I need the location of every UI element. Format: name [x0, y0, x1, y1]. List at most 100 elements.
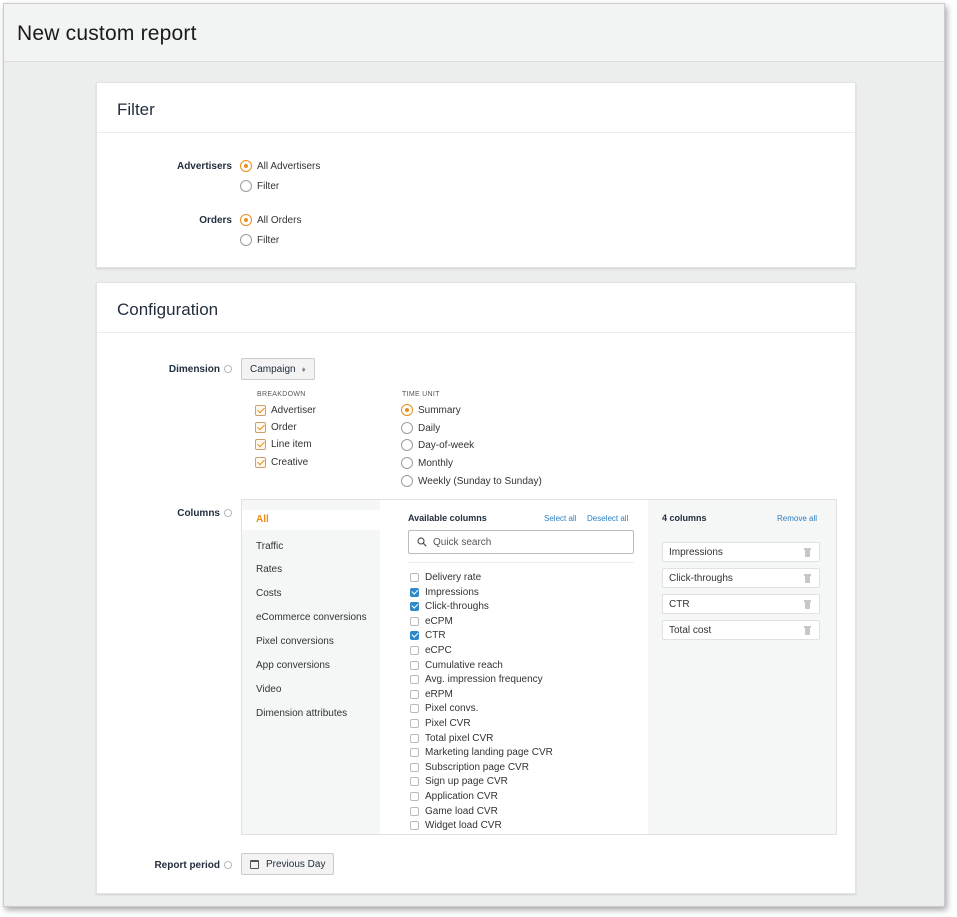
available-column-item[interactable]: Total pixel CVR	[410, 733, 493, 744]
selected-column-chip[interactable]: Click-throughs	[662, 568, 820, 588]
option-label: Filter	[257, 180, 280, 192]
selected-column-chip[interactable]: Total cost	[662, 620, 820, 640]
checkbox-icon	[410, 660, 419, 670]
available-column-item[interactable]: Widget load CVR	[410, 820, 502, 831]
checkbox-icon	[410, 821, 419, 831]
checkbox-label: Advertiser	[271, 405, 317, 416]
option-label: Day-of-week	[418, 439, 475, 451]
radio-selected-icon	[401, 404, 413, 416]
select-all-link[interactable]: Select all	[544, 514, 576, 523]
available-column-name: Impressions	[425, 586, 479, 598]
time-unit-title: TIME UNIT	[402, 391, 440, 398]
checkbox-checked-icon	[410, 602, 419, 612]
radio-icon	[401, 439, 413, 451]
available-column-item[interactable]: Subscription page CVR	[410, 762, 529, 773]
info-icon[interactable]	[224, 365, 232, 373]
available-column-name: Sign up page CVR	[425, 776, 508, 788]
breakdown-title: BREAKDOWN	[257, 391, 306, 398]
breakdown-order[interactable]: Order	[255, 422, 297, 433]
available-column-item[interactable]: Cumulative reach	[410, 660, 503, 671]
trash-icon[interactable]	[804, 574, 811, 583]
column-category-list: All Traffic Rates Costs eCommerce conver…	[242, 500, 380, 834]
available-column-item[interactable]: Marketing landing page CVR	[410, 747, 553, 758]
selected-column-name: Impressions	[669, 546, 723, 558]
checkbox-icon	[410, 777, 419, 787]
orders-filter-option[interactable]: Filter	[240, 234, 279, 246]
time-unit-daily[interactable]: Daily	[401, 422, 440, 434]
available-column-name: eCPM	[425, 615, 453, 627]
checkbox-icon	[410, 675, 419, 685]
search-icon	[417, 537, 427, 547]
checkbox-icon	[410, 704, 419, 714]
category-costs[interactable]: Costs	[256, 588, 282, 599]
search-placeholder: Quick search	[433, 536, 492, 548]
category-ecommerce-conversions[interactable]: eCommerce conversions	[256, 612, 367, 623]
orders-label: Orders	[199, 215, 232, 226]
available-column-item[interactable]: Avg. impression frequency	[410, 674, 543, 685]
orders-all-option[interactable]: All Orders	[240, 214, 301, 226]
page-title: New custom report	[17, 22, 197, 45]
remove-all-link[interactable]: Remove all	[777, 514, 817, 523]
checkbox-icon	[410, 689, 419, 699]
category-video[interactable]: Video	[256, 684, 281, 695]
available-column-name: Avg. impression frequency	[425, 674, 543, 686]
selected-column-name: Total cost	[669, 624, 712, 636]
available-column-item[interactable]: Pixel CVR	[410, 718, 471, 729]
trash-icon[interactable]	[804, 626, 811, 635]
breakdown-line-item[interactable]: Line item	[255, 439, 312, 450]
category-app-conversions[interactable]: App conversions	[256, 660, 330, 671]
option-label: Monthly	[418, 457, 454, 469]
available-column-item[interactable]: Sign up page CVR	[410, 776, 508, 787]
available-column-name: eRPM	[425, 688, 453, 700]
dimension-label-text: Dimension	[168, 364, 220, 375]
advertisers-all-option[interactable]: All Advertisers	[240, 160, 320, 172]
available-column-name: Marketing landing page CVR	[425, 747, 553, 759]
available-column-item[interactable]: eCPM	[410, 616, 453, 627]
info-icon[interactable]	[224, 509, 232, 517]
category-dimension-attributes[interactable]: Dimension attributes	[256, 708, 347, 719]
checkbox-label: Creative	[271, 457, 309, 468]
available-column-item[interactable]: eCPC	[410, 645, 452, 656]
checkbox-checked-icon	[255, 439, 266, 450]
selected-column-chip[interactable]: CTR	[662, 594, 820, 614]
checkbox-icon	[410, 719, 419, 728]
category-pixel-conversions[interactable]: Pixel conversions	[256, 636, 334, 647]
trash-icon[interactable]	[804, 600, 811, 609]
report-period-button[interactable]: Previous Day	[241, 853, 335, 875]
calendar-icon	[250, 859, 259, 869]
time-unit-day-of-week[interactable]: Day-of-week	[401, 439, 474, 451]
configuration-header: Configuration	[97, 283, 855, 333]
checkbox-icon	[410, 792, 419, 801]
dimension-dropdown[interactable]: Campaign ♦	[241, 358, 315, 380]
time-unit-summary[interactable]: Summary	[401, 404, 461, 416]
trash-icon[interactable]	[804, 548, 811, 557]
available-column-item[interactable]: Pixel convs.	[410, 703, 478, 714]
available-column-item[interactable]: eRPM	[410, 689, 453, 700]
advertisers-filter-option[interactable]: Filter	[240, 180, 279, 192]
option-label: Summary	[418, 404, 461, 416]
available-column-item[interactable]: Click-throughs	[410, 601, 489, 612]
advertisers-label: Advertisers	[176, 161, 232, 172]
breakdown-creative[interactable]: Creative	[255, 457, 308, 468]
deselect-all-link[interactable]: Deselect all	[587, 514, 628, 523]
available-column-item[interactable]: Application CVR	[410, 791, 498, 802]
selected-column-chip[interactable]: Impressions	[662, 542, 820, 562]
available-column-item[interactable]: Delivery rate	[410, 572, 481, 583]
category-rates[interactable]: Rates	[256, 564, 282, 575]
available-column-item[interactable]: Impressions	[410, 587, 479, 598]
available-column-name: Delivery rate	[425, 572, 482, 583]
available-column-item[interactable]: CTR	[410, 630, 446, 641]
time-unit-weekly[interactable]: Weekly (Sunday to Sunday)	[401, 475, 542, 487]
available-column-name: Application CVR	[425, 791, 498, 802]
available-column-name: Widget load CVR	[425, 820, 502, 832]
time-unit-monthly[interactable]: Monthly	[401, 457, 453, 469]
report-window: New custom report Filter Advertisers All…	[3, 3, 945, 907]
breakdown-advertiser[interactable]: Advertiser	[255, 405, 316, 416]
category-traffic[interactable]: Traffic	[256, 541, 283, 552]
filter-header: Filter	[97, 83, 855, 133]
available-column-item[interactable]: Game load CVR	[410, 806, 498, 817]
info-icon[interactable]	[224, 861, 232, 869]
category-all[interactable]: All	[242, 510, 380, 530]
checkbox-icon	[410, 733, 419, 743]
quick-search-input[interactable]: Quick search	[408, 530, 634, 554]
